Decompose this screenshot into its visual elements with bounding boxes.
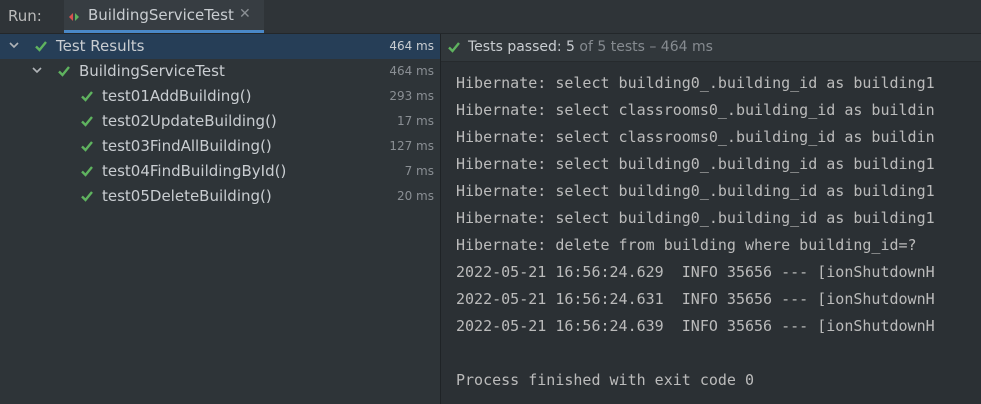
console-line: Hibernate: select classrooms0_.building_… bbox=[456, 128, 935, 146]
tree-row-test-results[interactable]: Test Results 464 ms bbox=[0, 34, 440, 59]
tree-row-time: 7 ms bbox=[404, 164, 434, 178]
close-icon[interactable]: ✕ bbox=[239, 6, 251, 22]
tree-row-label: test02UpdateBuilding() bbox=[102, 112, 277, 130]
check-icon bbox=[35, 41, 47, 52]
check-icon bbox=[448, 42, 460, 53]
check-icon bbox=[81, 116, 93, 127]
run-label: Run: bbox=[8, 7, 42, 25]
tree-row-time: 464 ms bbox=[389, 39, 434, 53]
chevron-down-icon[interactable] bbox=[8, 39, 20, 51]
tree-row-time: 464 ms bbox=[389, 64, 434, 78]
check-icon bbox=[81, 166, 93, 177]
test-tree-panel: Test Results 464 ms BuildingServiceTest … bbox=[0, 34, 441, 404]
run-toolbar: Run: BuildingServiceTest ✕ bbox=[0, 0, 981, 34]
console-line: Hibernate: select building0_.building_id… bbox=[456, 209, 935, 227]
status-suffix: of 5 tests – 464 ms bbox=[579, 39, 713, 55]
test-status-bar: Tests passed: 5 of 5 tests – 464 ms bbox=[441, 34, 981, 62]
console-line: Hibernate: select building0_.building_id… bbox=[456, 182, 935, 200]
console-line: Hibernate: select building0_.building_id… bbox=[456, 74, 935, 92]
tree-row-test[interactable]: test04FindBuildingById() 7 ms bbox=[0, 159, 440, 184]
status-prefix: Tests passed: bbox=[468, 39, 562, 55]
check-icon bbox=[81, 191, 93, 202]
tab-building-service-test[interactable]: BuildingServiceTest ✕ bbox=[64, 0, 264, 33]
test-run-icon bbox=[69, 13, 79, 21]
tree-row-time: 127 ms bbox=[389, 139, 434, 153]
tree-row-test[interactable]: test05DeleteBuilding() 20 ms bbox=[0, 184, 440, 209]
active-tab-indicator bbox=[64, 30, 264, 33]
status-text: Tests passed: 5 of 5 tests – 464 ms bbox=[468, 39, 713, 55]
tree-row-label: test01AddBuilding() bbox=[102, 87, 252, 105]
tree-row-suite[interactable]: BuildingServiceTest 464 ms bbox=[0, 59, 440, 84]
status-count: 5 bbox=[566, 39, 575, 55]
tab-title: BuildingServiceTest bbox=[88, 6, 234, 24]
tree-row-label: test05DeleteBuilding() bbox=[102, 187, 272, 205]
console-line: Hibernate: delete from building where bu… bbox=[456, 236, 917, 254]
tree-row-label: BuildingServiceTest bbox=[79, 62, 225, 80]
console-line: 2022-05-21 16:56:24.639 INFO 35656 --- [… bbox=[456, 317, 935, 335]
tree-row-time: 20 ms bbox=[396, 189, 434, 203]
tree-row-time: 293 ms bbox=[389, 89, 434, 103]
console-line: Hibernate: select classrooms0_.building_… bbox=[456, 101, 935, 119]
tree-row-test[interactable]: test01AddBuilding() 293 ms bbox=[0, 84, 440, 109]
chevron-down-icon[interactable] bbox=[31, 64, 43, 76]
check-icon bbox=[81, 141, 93, 152]
tree-row-label: test03FindAllBuilding() bbox=[102, 137, 272, 155]
console-line: 2022-05-21 16:56:24.629 INFO 35656 --- [… bbox=[456, 263, 935, 281]
tree-row-time: 17 ms bbox=[396, 114, 434, 128]
check-icon bbox=[58, 66, 70, 77]
console-panel[interactable]: Tests passed: 5 of 5 tests – 464 ms Hibe… bbox=[441, 34, 981, 404]
console-line: 2022-05-21 16:56:24.631 INFO 35656 --- [… bbox=[456, 290, 935, 308]
tree-row-label: Test Results bbox=[56, 37, 145, 55]
console-line: Hibernate: select building0_.building_id… bbox=[456, 155, 935, 173]
check-icon bbox=[81, 91, 93, 102]
tree-row-test[interactable]: test02UpdateBuilding() 17 ms bbox=[0, 109, 440, 134]
tree-row-test[interactable]: test03FindAllBuilding() 127 ms bbox=[0, 134, 440, 159]
console-line: Process finished with exit code 0 bbox=[456, 371, 755, 389]
tree-row-label: test04FindBuildingById() bbox=[102, 162, 287, 180]
